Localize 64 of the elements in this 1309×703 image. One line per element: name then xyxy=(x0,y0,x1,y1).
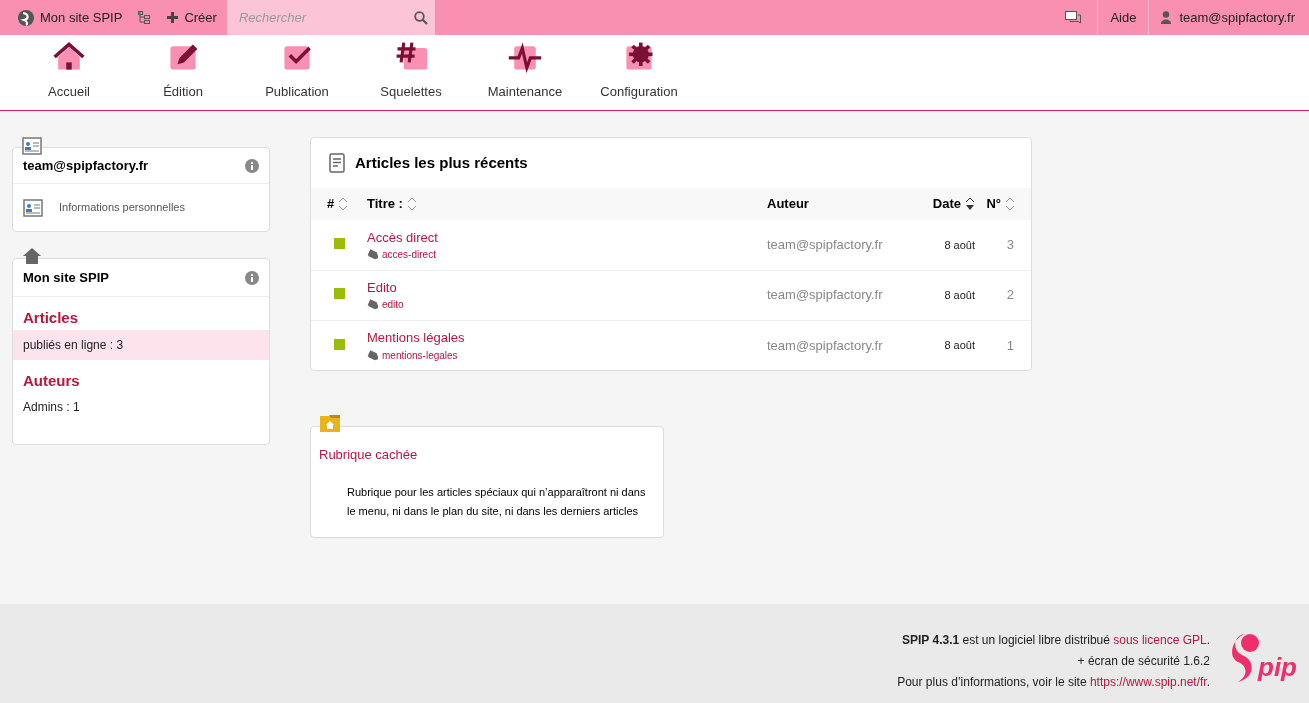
article-title-link[interactable]: Mentions légales xyxy=(367,328,767,348)
license-link[interactable]: sous licence GPL xyxy=(1113,633,1207,647)
column-header: Auteur xyxy=(767,195,809,214)
article-slug: acces-direct xyxy=(382,248,436,262)
sort-icon[interactable] xyxy=(1005,197,1015,211)
article-title-link[interactable]: Accès direct xyxy=(367,227,767,247)
section-heading: Articles xyxy=(22,308,80,328)
help-link[interactable]: Aide xyxy=(1098,7,1149,28)
date-cell: 8 août xyxy=(897,270,975,320)
user-link[interactable]: team@spipfactory.fr xyxy=(1149,7,1309,28)
article-slug: mentions-legales xyxy=(382,348,458,363)
menu-item[interactable]: Accueil xyxy=(12,38,126,101)
menu-item[interactable]: Maintenance xyxy=(468,38,582,101)
menu-item[interactable]: Publication xyxy=(240,38,354,101)
menu-item[interactable]: Squelettes xyxy=(354,38,468,101)
personal-info-link[interactable]: Informations personnelles xyxy=(13,184,269,231)
security-text: + écran de sécurité 1.6.2 xyxy=(1077,653,1210,670)
tag-icon xyxy=(367,248,378,261)
document-icon xyxy=(329,153,345,173)
house-icon xyxy=(23,248,41,264)
sort-icon[interactable] xyxy=(338,197,349,211)
create-button[interactable]: Créer xyxy=(159,0,225,35)
date-cell: 8 août xyxy=(897,220,975,270)
rubrique-title-link[interactable]: Rubrique cachée xyxy=(311,427,663,465)
column-header[interactable]: Date xyxy=(932,194,975,214)
menu-item[interactable]: Configuration xyxy=(582,38,696,101)
panel-title: Articles les plus récents xyxy=(355,152,528,173)
info-icon[interactable] xyxy=(245,270,259,285)
site-link[interactable]: Mon site SPIP xyxy=(0,0,131,35)
article-slug: edito xyxy=(382,298,404,313)
contact-card-icon xyxy=(23,198,43,217)
search-icon[interactable] xyxy=(413,11,428,25)
sort-descending-icon[interactable] xyxy=(965,197,975,211)
info-icon[interactable] xyxy=(245,158,259,173)
info-text: Pour plus d’informations, voir le site https://www.spip.net/fr. xyxy=(897,674,1210,691)
author-cell: team@spipfactory.fr xyxy=(767,320,897,370)
number-cell: 3 xyxy=(975,220,1031,270)
author-cell: team@spipfactory.fr xyxy=(767,270,897,320)
chat-icon[interactable] xyxy=(1065,10,1082,25)
sort-icon[interactable] xyxy=(406,197,417,211)
column-header[interactable]: N° xyxy=(986,194,1015,214)
number-cell: 1 xyxy=(975,320,1031,370)
card-title: Mon site SPIP xyxy=(23,268,109,287)
stat-line: Admins : 1 xyxy=(22,399,81,416)
license-text: SPIP 4.3.1 est un logiciel libre distribué sous licence GPL. xyxy=(902,632,1210,649)
card-title: team@spipfactory.fr xyxy=(23,156,149,175)
logo-icon xyxy=(18,9,34,26)
column-header[interactable]: # xyxy=(327,194,349,214)
number-cell: 2 xyxy=(975,270,1031,320)
tag-icon xyxy=(367,298,378,312)
author-cell: team@spipfactory.fr xyxy=(767,220,897,270)
website-link[interactable]: https://www.spip.net/fr xyxy=(1089,675,1207,689)
section-heading: Auteurs xyxy=(22,370,81,391)
user-icon xyxy=(1161,11,1172,24)
article-title-link[interactable]: Edito xyxy=(367,277,767,298)
tree-icon[interactable] xyxy=(138,10,152,25)
column-header[interactable]: Titre : xyxy=(367,194,417,214)
date-cell: 8 août xyxy=(897,320,975,370)
rubrique-description: Rubrique pour les articles spéciaux qui n’apparaîtront ni dans le menu, ni dans le plan du site, ni dans les derniers articles xyxy=(346,484,647,519)
search-field[interactable]: Rechercher xyxy=(226,0,435,35)
menu-item[interactable]: Édition xyxy=(126,38,240,101)
plus-icon xyxy=(167,12,179,23)
tag-icon xyxy=(367,348,378,362)
spip-logo: pip xyxy=(1232,632,1297,684)
